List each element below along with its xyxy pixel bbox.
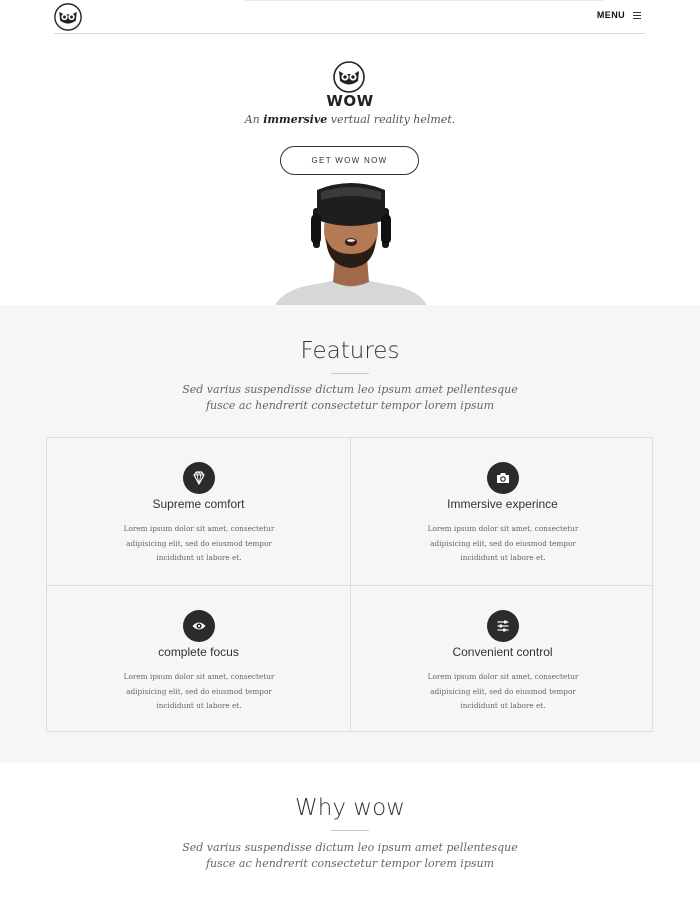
why-wow-subtitle-line: fusce ac hendrerit consectetur tempor lo…: [205, 857, 495, 870]
hero-tagline: An immersive vertual reality helmet.: [0, 113, 700, 126]
feature-card-convenient-control: Convenient control Lorem ipsum dolor sit…: [350, 585, 653, 732]
feature-description: Lorem ipsum dolor sit amet, consectetur …: [123, 524, 275, 562]
eye-icon: [183, 610, 215, 642]
feature-description: Lorem ipsum dolor sit amet, consectetur …: [123, 672, 275, 710]
features-subtitle-line: Sed varius suspendisse dictum leo ipsum …: [182, 383, 518, 396]
tagline-suffix: vertual reality helmet.: [327, 113, 456, 126]
sliders-icon: [487, 610, 519, 642]
hamburger-icon: [633, 11, 641, 19]
feature-title: complete focus: [158, 645, 239, 659]
why-wow-subtitle: Sed varius suspendisse dictum leo ipsum …: [0, 840, 700, 872]
owl-logo-icon: [333, 61, 365, 93]
menu-label: MENU: [596, 10, 625, 20]
diamond-icon: [183, 462, 215, 494]
man-wearing-vr-headset: [275, 183, 427, 305]
camera-icon: [487, 462, 519, 494]
feature-description: Lorem ipsum dolor sit amet, consectetur …: [427, 672, 579, 710]
feature-description: Lorem ipsum dolor sit amet, consectetur …: [427, 524, 579, 562]
header-top-accent: [244, 0, 604, 1]
features-title: Features: [300, 338, 400, 364]
features-subtitle: Sed varius suspendisse dictum leo ipsum …: [0, 382, 700, 414]
why-wow-title: Why wow: [295, 795, 405, 821]
why-wow-divider: [331, 830, 369, 831]
why-wow-section: Why wow Sed varius suspendisse dictum le…: [0, 763, 700, 900]
feature-card-supreme-comfort: Supreme comfort Lorem ipsum dolor sit am…: [47, 438, 350, 585]
feature-title: Immersive experince: [447, 497, 558, 511]
get-wow-now-button[interactable]: GET WOW NOW: [280, 146, 419, 175]
tagline-emphasis: immersive: [263, 113, 328, 126]
feature-title: Convenient control: [452, 645, 553, 659]
site-header: MENU: [54, 0, 645, 34]
brand-name: WOW: [326, 92, 374, 110]
feature-card-immersive-experince: Immersive experince Lorem ipsum dolor si…: [350, 438, 653, 585]
menu-button[interactable]: MENU: [597, 10, 641, 20]
features-divider: [331, 373, 369, 374]
features-subtitle-line: fusce ac hendrerit consectetur tempor lo…: [205, 399, 495, 412]
feature-card-complete-focus: complete focus Lorem ipsum dolor sit ame…: [47, 585, 350, 732]
tagline-prefix: An: [244, 113, 264, 126]
features-grid: Supreme comfort Lorem ipsum dolor sit am…: [46, 437, 653, 732]
feature-title: Supreme comfort: [152, 497, 245, 511]
features-section: Features Sed varius suspendisse dictum l…: [0, 305, 700, 763]
why-wow-subtitle-line: Sed varius suspendisse dictum leo ipsum …: [182, 841, 518, 854]
owl-logo-icon[interactable]: [54, 3, 82, 31]
hero-section: WOW An immersive vertual reality helmet.…: [0, 35, 700, 305]
